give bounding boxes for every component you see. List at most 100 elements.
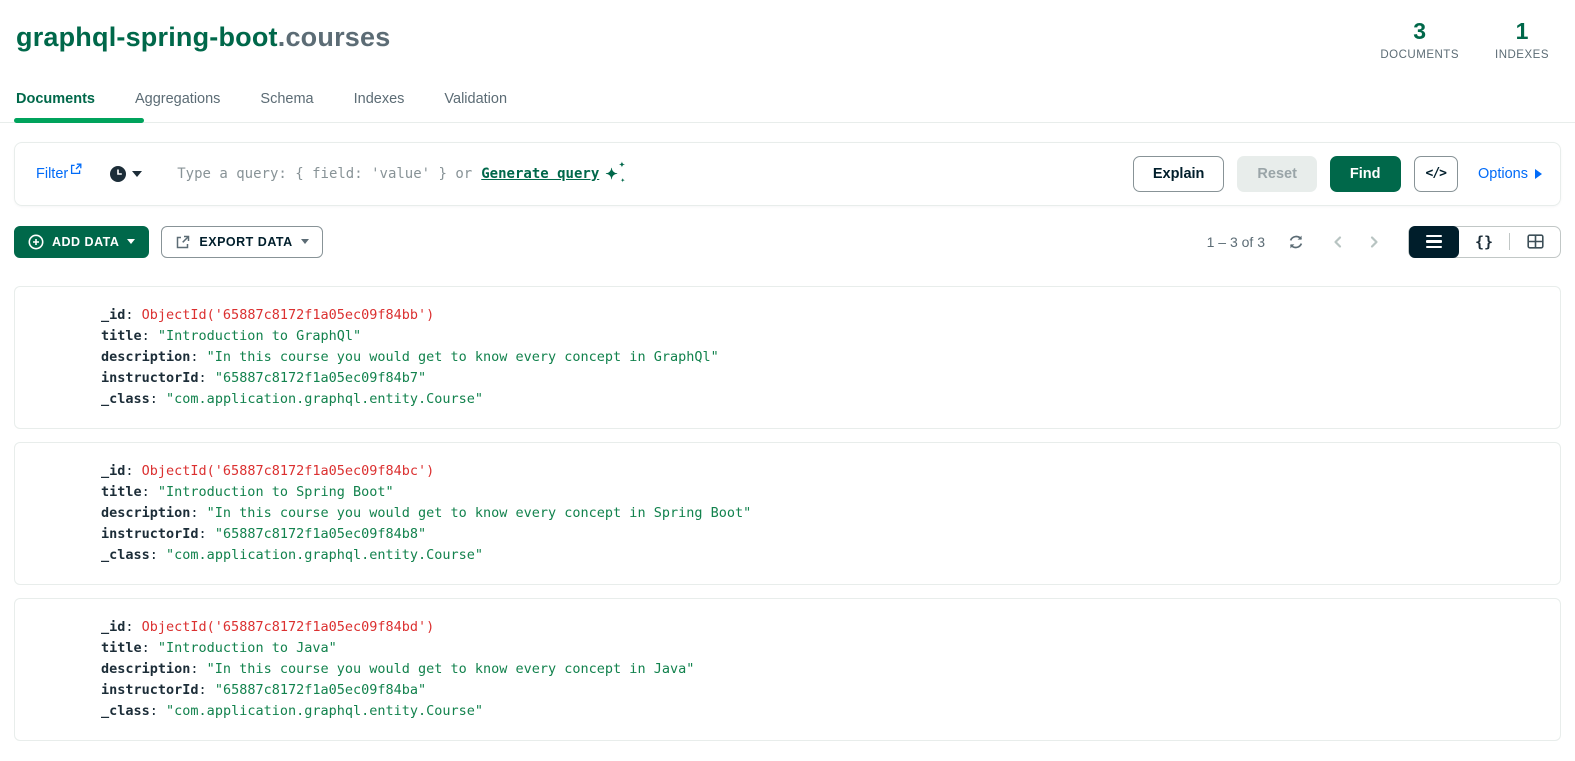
field-key: instructorId [101,681,199,698]
document-field-_id[interactable]: _id: ObjectId('65887c8172f1a05ec09f84bc'… [101,461,1540,482]
tab-indexes[interactable]: Indexes [354,83,405,122]
find-button[interactable]: Find [1329,155,1401,192]
documents-stat: 3 DOCUMENTS [1380,18,1459,61]
chevron-down-icon [300,239,309,245]
query-actions: Explain Reset Find </> Options [1132,155,1542,192]
sparkle-icon: ✦ [605,161,624,184]
tab-documents[interactable]: Documents [14,83,144,123]
caret-right-icon [1535,168,1542,179]
field-colon: : [190,660,207,677]
indexes-stat-label: INDEXES [1495,48,1549,61]
document-field-_id[interactable]: _id: ObjectId('65887c8172f1a05ec09f84bb'… [101,305,1540,326]
external-link-icon [70,163,82,175]
field-key: _id [101,618,126,635]
export-data-label: EXPORT DATA [199,234,293,249]
indexes-stat: 1 INDEXES [1495,18,1549,61]
field-key: _class [101,390,150,407]
collection-name: courses [285,22,391,52]
documents-toolbar: ADD DATA EXPORT DATA 1 – 3 of 3 {} [14,225,1561,258]
generate-query-link[interactable]: Generate query [481,166,599,182]
field-key: _class [101,702,150,719]
field-value: "Introduction to GraphQl" [157,327,362,344]
document-field-description[interactable]: description: "In this course you would g… [101,503,1540,524]
document-card: _id: ObjectId('65887c8172f1a05ec09f84bc'… [14,441,1561,585]
indexes-count: 1 [1515,18,1529,44]
table-view-button[interactable] [1510,226,1560,258]
document-card: _id: ObjectId('65887c8172f1a05ec09f84bb'… [14,285,1561,429]
field-key: instructorId [101,525,199,542]
export-icon [175,234,191,250]
document-list: _id: ObjectId('65887c8172f1a05ec09f84bb'… [14,285,1561,741]
previous-page-button[interactable] [1324,228,1352,256]
plus-circle-icon [28,234,44,250]
collection-stats: 3 DOCUMENTS 1 INDEXES [1380,18,1555,61]
document-field-description[interactable]: description: "In this course you would g… [101,659,1540,680]
explain-button[interactable]: Explain [1132,155,1225,192]
page-title: graphql-spring-boot.courses [16,20,390,55]
query-bar: Filter Type a query: { field: 'value' } … [14,141,1561,206]
add-data-label: ADD DATA [52,234,120,249]
field-value: "In this course you would get to know ev… [206,504,752,521]
collection-tabs: Documents Aggregations Schema Indexes Va… [0,83,1575,123]
document-field-instructorId[interactable]: instructorId: "65887c8172f1a05ec09f84ba" [101,680,1540,701]
field-colon: : [149,390,167,407]
field-colon: : [149,702,167,719]
document-field-description[interactable]: description: "In this course you would g… [101,347,1540,368]
reset-button[interactable]: Reset [1237,155,1317,192]
next-page-button[interactable] [1360,228,1388,256]
field-key: instructorId [101,369,199,386]
field-value: "In this course you would get to know ev… [206,660,695,677]
document-field-instructorId[interactable]: instructorId: "65887c8172f1a05ec09f84b7" [101,368,1540,389]
options-toggle[interactable]: Options [1478,166,1542,182]
collection-header: graphql-spring-boot.courses 3 DOCUMENTS … [0,0,1575,61]
export-data-button[interactable]: EXPORT DATA [161,225,323,258]
documents-stat-label: DOCUMENTS [1380,48,1459,61]
field-key: description [101,348,191,365]
document-card: _id: ObjectId('65887c8172f1a05ec09f84bd'… [14,597,1561,741]
document-field-title[interactable]: title: "Introduction to Spring Boot" [101,482,1540,503]
chevron-down-icon [132,170,143,177]
field-key: description [101,660,191,677]
field-value: "com.application.graphql.entity.Course" [166,546,484,563]
field-colon: : [190,504,207,521]
json-view-button[interactable]: {} [1459,226,1509,258]
curly-braces-icon: {} [1474,232,1494,251]
field-colon: : [141,483,158,500]
field-value: "65887c8172f1a05ec09f84b7" [214,369,427,386]
field-key: title [101,327,142,344]
clock-icon [109,165,127,183]
document-field-_id[interactable]: _id: ObjectId('65887c8172f1a05ec09f84bd'… [101,617,1540,638]
database-name: graphql-spring-boot [16,22,278,52]
tab-validation[interactable]: Validation [444,83,507,122]
list-view-button[interactable] [1409,225,1459,258]
field-colon: : [141,327,158,344]
document-field-_class[interactable]: _class: "com.application.graphql.entity.… [101,701,1540,722]
tab-aggregations[interactable]: Aggregations [135,83,220,122]
tab-schema[interactable]: Schema [260,83,313,122]
field-colon: : [141,639,158,656]
add-data-button[interactable]: ADD DATA [14,225,150,258]
document-field-_class[interactable]: _class: "com.application.graphql.entity.… [101,389,1540,410]
document-field-title[interactable]: title: "Introduction to GraphQl" [101,326,1540,347]
field-value: "65887c8172f1a05ec09f84ba" [214,681,427,698]
document-field-_class[interactable]: _class: "com.application.graphql.entity.… [101,545,1540,566]
field-value: "com.application.graphql.entity.Course" [166,390,484,407]
document-field-title[interactable]: title: "Introduction to Java" [101,638,1540,659]
field-colon: : [125,306,142,323]
pagination-label: 1 – 3 of 3 [1206,233,1265,250]
toolbar-right: 1 – 3 of 3 {} [1206,225,1561,258]
field-colon: : [198,681,215,698]
field-value: "Introduction to Spring Boot" [157,483,394,500]
field-value: "In this course you would get to know ev… [206,348,719,365]
code-view-toggle-button[interactable]: </> [1413,155,1459,192]
query-placeholder[interactable]: Type a query: { field: 'value' } or [177,166,472,182]
field-value: "Introduction to Java" [157,639,337,656]
filter-link-label: Filter [36,165,69,182]
document-field-instructorId[interactable]: instructorId: "65887c8172f1a05ec09f84b8" [101,524,1540,545]
field-key: _id [101,462,126,479]
field-value: "65887c8172f1a05ec09f84b8" [214,525,427,542]
query-history-button[interactable] [109,165,143,183]
filter-link[interactable]: Filter [36,163,82,182]
field-value: "com.application.graphql.entity.Course" [166,702,484,719]
refresh-button[interactable] [1282,228,1310,256]
